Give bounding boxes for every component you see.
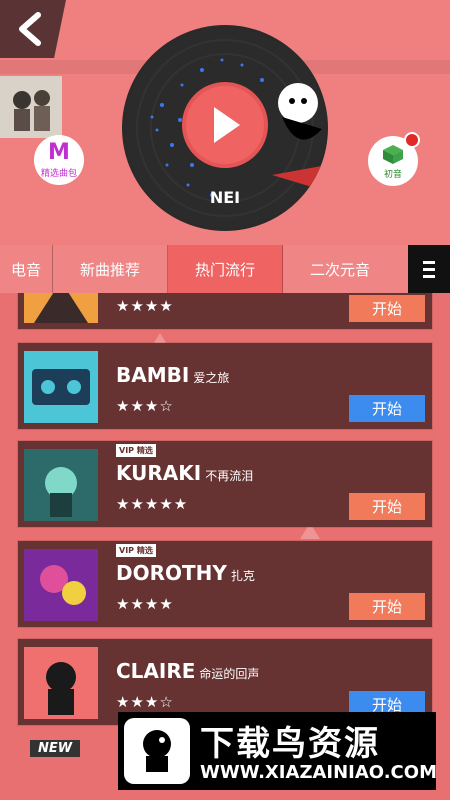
start-button[interactable]: 开始	[349, 493, 425, 520]
vip-badge: VIP 精选	[116, 544, 156, 557]
tab-label: 二次元音	[309, 260, 370, 279]
song-title: DOROTHY 扎克	[116, 561, 255, 585]
song-subtitle: 不再流泪	[205, 469, 254, 483]
song-cover	[24, 549, 98, 621]
watermark-title: 下载鸟资源	[200, 724, 380, 764]
tab-anime[interactable]: 二次元音	[283, 245, 397, 293]
featured-pack-label: 精选曲包	[40, 168, 77, 179]
avatar[interactable]	[0, 76, 62, 138]
play-button[interactable]	[182, 82, 268, 168]
notification-dot	[404, 132, 420, 148]
tab-label: 新曲推荐	[79, 260, 140, 279]
song-card[interactable]: ★★★★ 开始	[18, 293, 432, 329]
gift-box-icon	[383, 144, 403, 164]
tab-label: 热门流行	[194, 260, 255, 279]
song-title: BAMBI 爱之旅	[116, 363, 230, 387]
disc-title: NEI	[209, 188, 241, 207]
song-stars: ★★★★	[116, 595, 174, 613]
song-stars: ★★★☆	[116, 693, 174, 711]
new-tag[interactable]: NEW	[30, 740, 81, 757]
song-cover	[24, 293, 98, 323]
song-card[interactable]: BAMBI 爱之旅 ★★★☆ 开始	[18, 343, 432, 429]
tab-hot-pop[interactable]: 热门流行	[168, 245, 283, 293]
song-cover	[24, 351, 98, 423]
chevron-left-icon	[19, 12, 41, 46]
start-button[interactable]: 开始	[349, 395, 425, 422]
start-button[interactable]: 开始	[349, 593, 425, 620]
song-stars: ★★★☆	[116, 397, 174, 415]
category-tabs: 电音 新曲推荐 热门流行 二次元音	[0, 245, 450, 293]
vip-badge: VIP 精选	[116, 444, 156, 457]
song-stars: ★★★★★	[116, 495, 189, 513]
start-button[interactable]: 开始	[349, 295, 425, 322]
tab-electronic[interactable]: 电音	[0, 245, 53, 293]
featured-pack-letter: M	[48, 139, 70, 165]
song-title: KURAKI 不再流泪	[116, 461, 254, 485]
play-icon	[214, 107, 240, 143]
tab-new-songs[interactable]: 新曲推荐	[53, 245, 168, 293]
song-title: CLAIRE 命运的回声	[116, 659, 260, 683]
bird-logo-icon	[124, 718, 190, 784]
song-card[interactable]: VIP 精选 DOROTHY 扎克 ★★★★ 开始	[18, 541, 432, 627]
back-button[interactable]	[0, 0, 66, 58]
song-stars: ★★★★	[116, 297, 174, 315]
song-subtitle: 爱之旅	[193, 371, 230, 385]
hatsune-button[interactable]: 初音	[368, 132, 420, 186]
watermark: 下载鸟资源 WWW.XIAZAINIAO.COM	[118, 712, 437, 790]
song-cover	[24, 449, 98, 521]
featured-pack-button[interactable]: M 精选曲包	[34, 135, 84, 185]
song-subtitle: 命运的回声	[199, 667, 260, 681]
tab-label: 电音	[10, 260, 41, 279]
hamburger-menu-icon[interactable]	[408, 245, 450, 293]
hatsune-label: 初音	[383, 169, 402, 180]
song-subtitle: 扎克	[230, 569, 255, 583]
song-cover	[24, 647, 98, 719]
watermark-url: WWW.XIAZAINIAO.COM	[200, 762, 437, 783]
song-card[interactable]: VIP 精选 KURAKI 不再流泪 ★★★★★ 开始	[18, 441, 432, 527]
